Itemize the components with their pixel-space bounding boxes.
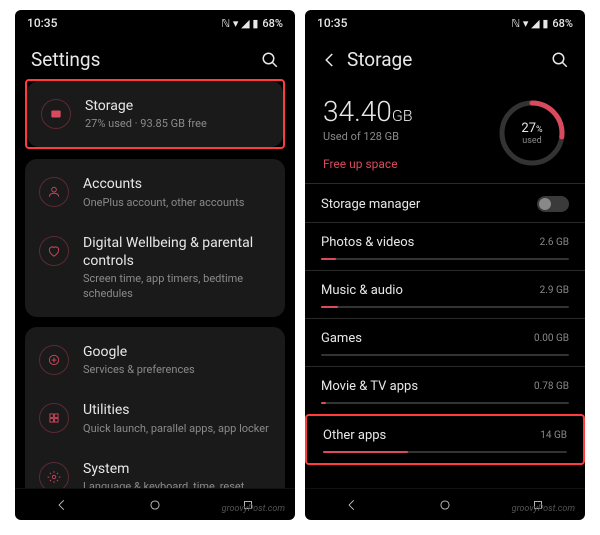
item-sub: OnePlus account, other accounts: [83, 196, 271, 210]
battery-pct: 68%: [552, 17, 573, 30]
nav-recent-icon[interactable]: [531, 498, 545, 512]
item-sub: Screen time, app timers, bedtime schedul…: [83, 272, 271, 301]
free-up-space-link[interactable]: Free up space: [323, 157, 481, 171]
settings-item-google[interactable]: Google Services & preferences: [25, 331, 285, 389]
nav-home-icon[interactable]: [148, 498, 162, 512]
item-title: Storage: [85, 97, 269, 115]
category-other-apps[interactable]: Other apps 14 GB: [307, 416, 583, 463]
storage-manager-row[interactable]: Storage manager: [305, 183, 585, 222]
used-unit: GB: [392, 106, 413, 125]
nav-home-icon[interactable]: [438, 498, 452, 512]
item-title: Google: [83, 343, 271, 361]
wellbeing-icon: [39, 236, 69, 266]
settings-item-wellbeing[interactable]: Digital Wellbeing & parental controls Sc…: [25, 222, 285, 313]
category-music[interactable]: Music & audio 2.9 GB: [305, 270, 585, 318]
item-sub: Services & preferences: [83, 363, 271, 377]
total-label: Used of 128 GB: [323, 130, 481, 143]
category-photos[interactable]: Photos & videos 2.6 GB: [305, 222, 585, 270]
storage-manager-toggle[interactable]: [537, 196, 569, 212]
search-icon[interactable]: [261, 51, 279, 69]
item-sub: Quick launch, parallel apps, app locker: [83, 422, 271, 436]
ring-pct-unit: %: [536, 125, 543, 135]
status-icons: ℕ ▾ ◢ ▮68%: [221, 17, 283, 30]
storage-icon: [41, 99, 71, 129]
cat-val: 0.78 GB: [534, 381, 569, 392]
settings-item-storage[interactable]: Storage 27% used · 93.85 GB free: [27, 85, 283, 143]
settings-list: Storage 27% used · 93.85 GB free Account…: [15, 79, 295, 488]
cat-label: Photos & videos: [321, 235, 414, 250]
status-icons: ℕ ▾ ◢ ▮68%: [511, 17, 573, 30]
clock: 10:35: [27, 16, 57, 30]
google-icon: [39, 345, 69, 375]
system-icon: [39, 462, 69, 488]
highlight-other-apps: Other apps 14 GB: [305, 414, 585, 465]
cat-label: Music & audio: [321, 283, 403, 298]
storage-screen: 10:35 ℕ ▾ ◢ ▮68% Storage 34.40GB Used of…: [305, 10, 585, 520]
clock: 10:35: [317, 16, 347, 30]
category-movies[interactable]: Movie & TV apps 0.78 GB: [305, 366, 585, 414]
settings-item-utilities[interactable]: Utilities Quick launch, parallel apps, a…: [25, 389, 285, 447]
used-gb: 34.40: [323, 95, 392, 128]
battery-pct: 68%: [262, 17, 283, 30]
cat-label: Movie & TV apps: [321, 379, 418, 394]
item-sub: 27% used · 93.85 GB free: [85, 117, 269, 131]
storage-summary: 34.40GB Used of 128 GB Free up space 27%…: [305, 79, 585, 183]
status-bar: 10:35 ℕ ▾ ◢ ▮68%: [15, 10, 295, 36]
page-title: Settings: [31, 48, 100, 71]
cat-label: Other apps: [323, 428, 386, 443]
highlight-storage: Storage 27% used · 93.85 GB free: [25, 79, 285, 149]
header: Storage: [305, 36, 585, 79]
storage-detail: 34.40GB Used of 128 GB Free up space 27%…: [305, 79, 585, 488]
cat-val: 0.00 GB: [534, 333, 569, 344]
storage-manager-label: Storage manager: [321, 197, 420, 212]
page-title: Storage: [347, 48, 412, 71]
settings-item-accounts[interactable]: Accounts OnePlus account, other accounts: [25, 163, 285, 221]
header: Settings: [15, 36, 295, 79]
utilities-icon: [39, 403, 69, 433]
nav-recent-icon[interactable]: [241, 498, 255, 512]
usage-ring: 27% used: [497, 98, 567, 168]
settings-item-system[interactable]: System Language & keyboard, time, reset,…: [25, 448, 285, 488]
item-title: Utilities: [83, 401, 271, 419]
item-title: Digital Wellbeing & parental controls: [83, 234, 271, 270]
nav-bar: [305, 488, 585, 520]
cat-label: Games: [321, 331, 362, 346]
item-title: System: [83, 460, 271, 478]
ring-pct: 27: [521, 121, 536, 136]
nav-back-icon[interactable]: [345, 498, 359, 512]
item-sub: Language & keyboard, time, reset, system…: [83, 480, 271, 488]
category-games[interactable]: Games 0.00 GB: [305, 318, 585, 366]
search-icon[interactable]: [551, 51, 569, 69]
back-icon[interactable]: [321, 51, 339, 69]
cat-val: 14 GB: [540, 430, 567, 441]
cat-val: 2.9 GB: [540, 285, 569, 296]
cat-val: 2.6 GB: [540, 237, 569, 248]
nav-bar: [15, 488, 295, 520]
accounts-icon: [39, 177, 69, 207]
nav-back-icon[interactable]: [55, 498, 69, 512]
status-bar: 10:35 ℕ ▾ ◢ ▮68%: [305, 10, 585, 36]
item-title: Accounts: [83, 175, 271, 193]
settings-screen: 10:35 ℕ ▾ ◢ ▮68% Settings Storage 27% us…: [15, 10, 295, 520]
ring-used-label: used: [522, 136, 541, 146]
